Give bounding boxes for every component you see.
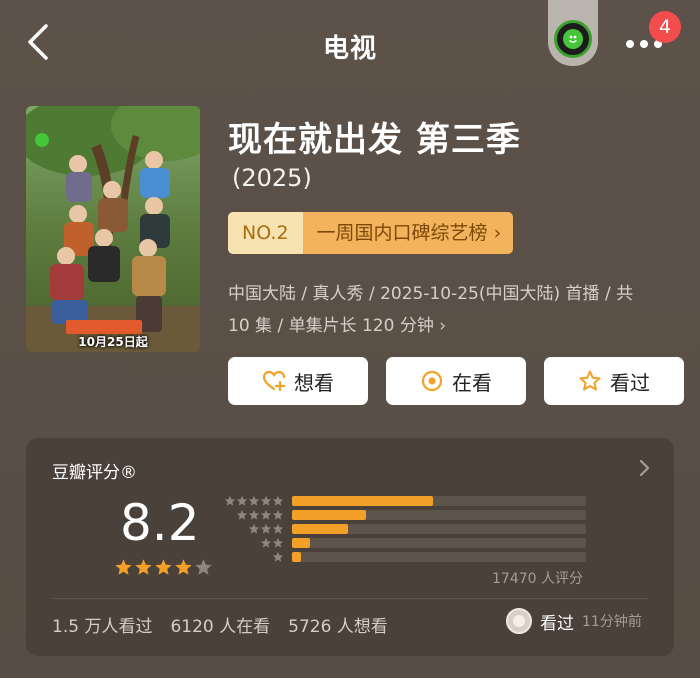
poster-date-text: 10月25日起	[78, 335, 148, 349]
chevron-right-icon: ›	[493, 222, 502, 244]
rating-bar-fill	[292, 524, 348, 534]
score-stars	[114, 558, 213, 577]
small-star-icon	[260, 537, 272, 548]
star-filled-icon	[115, 559, 132, 575]
star-filled-icon	[155, 559, 172, 575]
watching-count: 6120 人在看	[170, 617, 271, 637]
watched-button[interactable]: 看过	[544, 357, 684, 405]
action-buttons: 想看 在看 看过	[228, 357, 684, 405]
friend-action: 看过	[540, 613, 574, 634]
rating-score: 8.2	[120, 494, 200, 552]
rating-bar-track	[292, 538, 586, 548]
more-dot-icon	[626, 40, 634, 48]
rating-count: 17470 人评分	[492, 571, 583, 587]
want-count: 5726 人想看	[288, 617, 388, 637]
watched-count: 1.5 万人看过	[52, 617, 153, 637]
watching-label: 在看	[452, 370, 492, 395]
rating-row-4-stars	[224, 509, 586, 520]
want-to-watch-label: 想看	[294, 370, 334, 395]
rating-bar-fill	[292, 496, 434, 506]
small-star-icon	[272, 495, 284, 506]
rating-bar-track	[292, 496, 586, 506]
rating-bar-track	[292, 510, 586, 520]
rating-row-3-stars	[224, 523, 586, 534]
star-filled-icon	[135, 559, 152, 575]
small-star-icon	[248, 509, 260, 520]
friend-activity[interactable]: 看过 11分钟前	[506, 608, 642, 634]
small-star-icon	[272, 551, 284, 562]
audience-stats[interactable]: 1.5 万人看过 6120 人在看 5726 人想看	[52, 612, 388, 637]
show-year: (2025)	[232, 164, 312, 192]
ranking-pill[interactable]: NO.2 一周国内口碑综艺榜 ›	[228, 212, 514, 254]
star-filled-icon	[175, 559, 192, 575]
watching-button[interactable]: 在看	[386, 357, 526, 405]
rating-bar-fill	[292, 510, 366, 520]
heart-plus-icon	[262, 370, 286, 392]
show-title: 现在就出发 第三季	[228, 120, 521, 160]
small-star-icon	[224, 495, 236, 506]
small-star-icon	[236, 509, 248, 520]
small-star-icon	[260, 523, 272, 534]
want-to-watch-button[interactable]: 想看	[228, 357, 368, 405]
small-star-icon	[248, 495, 260, 506]
watched-label: 看过	[610, 370, 650, 395]
target-icon	[421, 370, 443, 392]
more-dot-icon	[640, 40, 648, 48]
show-poster[interactable]: 10月25日起	[26, 106, 200, 352]
small-star-icon	[272, 509, 284, 520]
rating-card-title: 豆瓣评分®	[52, 463, 137, 483]
meta-line-1: 中国大陆 / 真人秀 / 2025-10-25(中国大陆) 首播 / 共	[228, 284, 634, 304]
rating-bar-track	[292, 552, 586, 562]
star-outline-icon	[579, 370, 601, 391]
small-star-icon	[260, 509, 272, 520]
rating-row-1-stars	[224, 551, 586, 562]
meta-line-2-text: 10 集 / 单集片长 120 分钟	[228, 316, 434, 336]
star-empty-icon	[195, 559, 212, 575]
rank-label-text: 一周国内口碑综艺榜	[316, 222, 488, 244]
douban-app-icon	[554, 20, 592, 58]
small-star-icon	[272, 523, 284, 534]
show-meta-info[interactable]: 中国大陆 / 真人秀 / 2025-10-25(中国大陆) 首播 / 共 10 …	[228, 278, 678, 342]
rank-label: 一周国内口碑综艺榜 ›	[302, 212, 514, 254]
notification-badge: 4	[649, 11, 681, 43]
rating-bar-track	[292, 524, 586, 534]
friend-time: 11分钟前	[582, 614, 642, 630]
rating-bar-fill	[292, 538, 310, 548]
small-star-icon	[236, 495, 248, 506]
mini-app-button[interactable]	[548, 0, 598, 66]
divider	[52, 598, 648, 599]
chevron-right-icon: ›	[439, 316, 447, 336]
poster-artwork	[26, 106, 200, 352]
small-star-icon	[272, 537, 284, 548]
small-star-icon	[260, 495, 272, 506]
rating-row-5-stars	[224, 495, 586, 506]
small-star-icon	[248, 523, 260, 534]
rating-bar-fill	[292, 552, 301, 562]
rating-row-2-stars	[224, 537, 586, 548]
top-bar: 电视 4	[0, 0, 700, 88]
avatar	[506, 608, 532, 634]
rank-number: NO.2	[228, 212, 303, 254]
movie-detail-page: 电视 4 10月25日起 现在就出发 第三季 (2025) NO.2 一周国内口…	[0, 0, 700, 678]
meta-line-2: 10 集 / 单集片长 120 分钟 ›	[228, 310, 678, 342]
rating-detail-button[interactable]	[634, 456, 654, 480]
rating-card: 豆瓣评分® 8.2 17470 人评分 1.5 万人看过 6120 人在看 57…	[26, 438, 674, 656]
chevron-right-icon	[639, 459, 650, 477]
